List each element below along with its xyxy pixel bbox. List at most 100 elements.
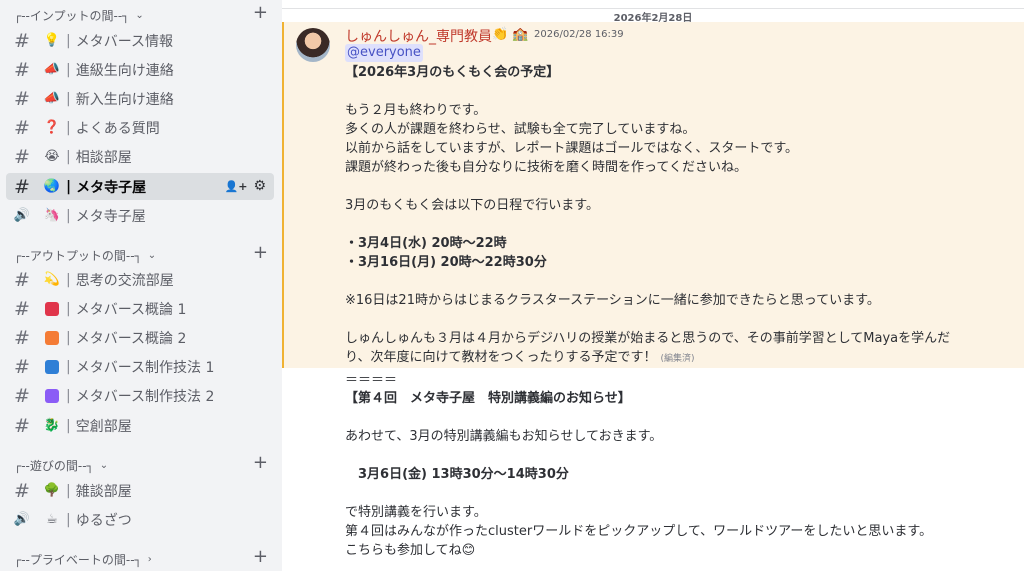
gear-icon[interactable]: ⚙ — [253, 178, 266, 194]
channel-thought-exchange[interactable]: # 💫 | 思考の交流部屋 — [6, 266, 274, 293]
user-badges: 👏 🏫 — [492, 27, 529, 42]
chevron-right-icon: › — [147, 553, 152, 565]
message-timestamp[interactable]: 2026/02/28 16:39 — [534, 29, 624, 40]
channel-separator: | — [66, 358, 71, 375]
text-channel-icon: # — [14, 355, 30, 378]
text-channel-icon: # — [14, 145, 30, 168]
channel-separator: | — [66, 90, 71, 107]
channel-name: 進級生向け連絡 — [75, 62, 174, 79]
channel-name: よくある質問 — [75, 120, 160, 137]
voice-channel-yuruzatsu[interactable]: 🔊 ☕ | ゆるざつ — [6, 506, 274, 533]
channel-metaverse-intro-1[interactable]: # | メタバース概論 1 — [6, 295, 274, 322]
chevron-down-icon: ⌄ — [135, 9, 144, 21]
channel-separator: | — [66, 482, 71, 499]
text-channel-icon: # — [14, 297, 30, 320]
channel-kuso-room[interactable]: # 🐉 | 空創部屋 — [6, 412, 274, 439]
channel-separator: | — [66, 61, 71, 78]
text-channel-icon: # — [14, 268, 30, 291]
channel-name: メタバース概論 2 — [75, 330, 187, 347]
channel-name: 空創部屋 — [75, 418, 132, 435]
category-play[interactable]: ┌--遊びの間--┐ ⌄ + — [14, 454, 272, 474]
globe-icon: 🌏 — [43, 178, 61, 194]
channel-name: 相談部屋 — [75, 149, 132, 166]
channel-separator: | — [66, 300, 71, 317]
text-channel-icon: # — [14, 384, 30, 407]
add-channel-icon[interactable]: + — [253, 244, 268, 262]
message-line: 第４回はみんなが作ったclusterワールドをピックアップして、ワールドツアーを… — [345, 524, 933, 539]
dragon-icon: 🐉 — [43, 417, 61, 433]
channel-separator: | — [66, 387, 71, 404]
channel-new-student-notice[interactable]: # 📣 | 新入生向け連絡 — [6, 85, 274, 112]
message-line: あわせて、3月の特別講義編もお知らせしておきます。 — [345, 429, 663, 444]
channel-name: 新入生向け連絡 — [75, 91, 174, 108]
channel-consultation[interactable]: # 😭 | 相談部屋 — [6, 143, 274, 170]
message-line: 多くの人が課題を終わらせ、試験も全て完了していますね。 — [345, 122, 696, 137]
channel-separator: | — [66, 32, 71, 49]
orange-square-icon — [44, 330, 60, 346]
chevron-down-icon: ⌄ — [147, 249, 157, 261]
dizzy-star-icon: 💫 — [43, 271, 61, 287]
channel-name: メタ寺子屋 — [75, 208, 146, 225]
invite-icon[interactable]: 👤+ — [225, 180, 248, 193]
red-square-icon — [44, 301, 60, 317]
text-channel-icon: # — [14, 58, 30, 81]
voice-channel-meta-terakoya[interactable]: 🔊 🦄 | メタ寺子屋 — [6, 202, 274, 229]
speaker-icon: 🔊 — [13, 511, 31, 527]
category-input[interactable]: ┌--インプットの間--┐ ⌄ + — [14, 4, 272, 24]
channel-metaverse-intro-2[interactable]: # | メタバース概論 2 — [6, 324, 274, 351]
channel-metaverse-production-1[interactable]: # | メタバース制作技法 1 — [6, 353, 274, 380]
channel-metaverse-production-2[interactable]: # | メタバース制作技法 2 — [6, 382, 274, 409]
everyone-mention[interactable]: @everyone — [345, 44, 423, 62]
purple-square-icon — [44, 388, 60, 404]
category-output[interactable]: ┌--アウトプットの間--┐ ⌄ + — [14, 244, 272, 264]
channel-chat-room[interactable]: # 🌳 | 雑談部屋 — [6, 477, 274, 504]
message-line: こちらも参加してね😊 — [345, 543, 476, 558]
channel-name: ゆるざつ — [75, 512, 132, 529]
add-channel-icon[interactable]: + — [253, 548, 268, 566]
category-private[interactable]: ┌--プライベートの間--┐ › + — [14, 548, 272, 568]
text-channel-icon: # — [14, 414, 30, 437]
message-line: 【第４回 メタ寺子屋 特別講義編のお知らせ】 — [345, 391, 631, 406]
channel-faq[interactable]: # ❓ | よくある質問 — [6, 114, 274, 141]
question-icon: ❓ — [43, 119, 61, 135]
channel-separator: | — [66, 511, 71, 528]
date-divider: 2026年2月28日 — [282, 8, 1024, 24]
message-line: 3月6日(金) 13時30分～14時30分 — [345, 467, 569, 482]
channel-name: 思考の交流部屋 — [75, 272, 174, 289]
message-line: 課題が終わった後も自分なりに技術を磨く時間を作ってくださいね。 — [345, 160, 747, 175]
text-channel-icon: # — [14, 29, 30, 52]
message-line-last: り、次年度に向けて教材をつくったりする予定です！ (編集済) — [345, 349, 695, 368]
text-channel-icon: # — [14, 479, 30, 502]
text-channel-icon: # — [14, 116, 30, 139]
add-channel-icon[interactable]: + — [253, 454, 268, 472]
megaphone-icon: 📣 — [43, 90, 61, 106]
channel-name: メタ寺子屋 — [76, 179, 147, 196]
channel-separator: | — [66, 207, 71, 224]
channel-name: メタバース制作技法 2 — [75, 388, 215, 405]
message-username[interactable]: しゅんしゅん_専門教員 — [345, 26, 492, 46]
lightbulb-icon: 💡 — [43, 32, 61, 48]
text-channel-icon: # — [14, 326, 30, 349]
add-channel-icon[interactable]: + — [253, 4, 268, 22]
channel-metaverse-info[interactable]: # 💡 | メタバース情報 — [6, 27, 274, 54]
avatar[interactable] — [296, 28, 330, 62]
edited-label: (編集済) — [660, 354, 695, 364]
tree-icon: 🌳 — [43, 482, 61, 498]
message-line: もう２月も終わりです。 — [345, 103, 487, 118]
channel-promotion-notice[interactable]: # 📣 | 進級生向け連絡 — [6, 56, 274, 83]
crying-face-icon: 😭 — [44, 148, 60, 164]
message-line: 【2026年3月のもくもく会の予定】 — [345, 65, 560, 80]
unicorn-icon: 🦄 — [43, 207, 61, 223]
message-line: 以前から話をしていますが、レポート課題はゴールではなく、スタートです。 — [345, 141, 799, 156]
message-line: しゅんしゅんも３月は４月からデジハリの授業が始まると思うので、その事前学習として… — [345, 331, 951, 346]
blue-square-icon — [44, 359, 60, 375]
category-label: ┌--遊びの間--┐ — [14, 458, 94, 473]
channel-sidebar: ┌--インプットの間--┐ ⌄ + # 💡 | メタバース情報 # 📣 | 進級… — [0, 0, 282, 571]
channel-name: メタバース制作技法 1 — [75, 359, 215, 376]
category-label: ┌--インプットの間--┐ — [14, 8, 130, 23]
message-line-text: り、次年度に向けて教材をつくったりする予定です！ — [345, 350, 657, 365]
message-line: ＝＝＝＝ — [345, 373, 398, 388]
channel-separator: | — [66, 148, 71, 165]
channel-meta-terakoya-active[interactable]: # 🌏 | メタ寺子屋 👤+ ⚙ — [6, 173, 274, 200]
text-channel-icon: # — [14, 87, 30, 110]
